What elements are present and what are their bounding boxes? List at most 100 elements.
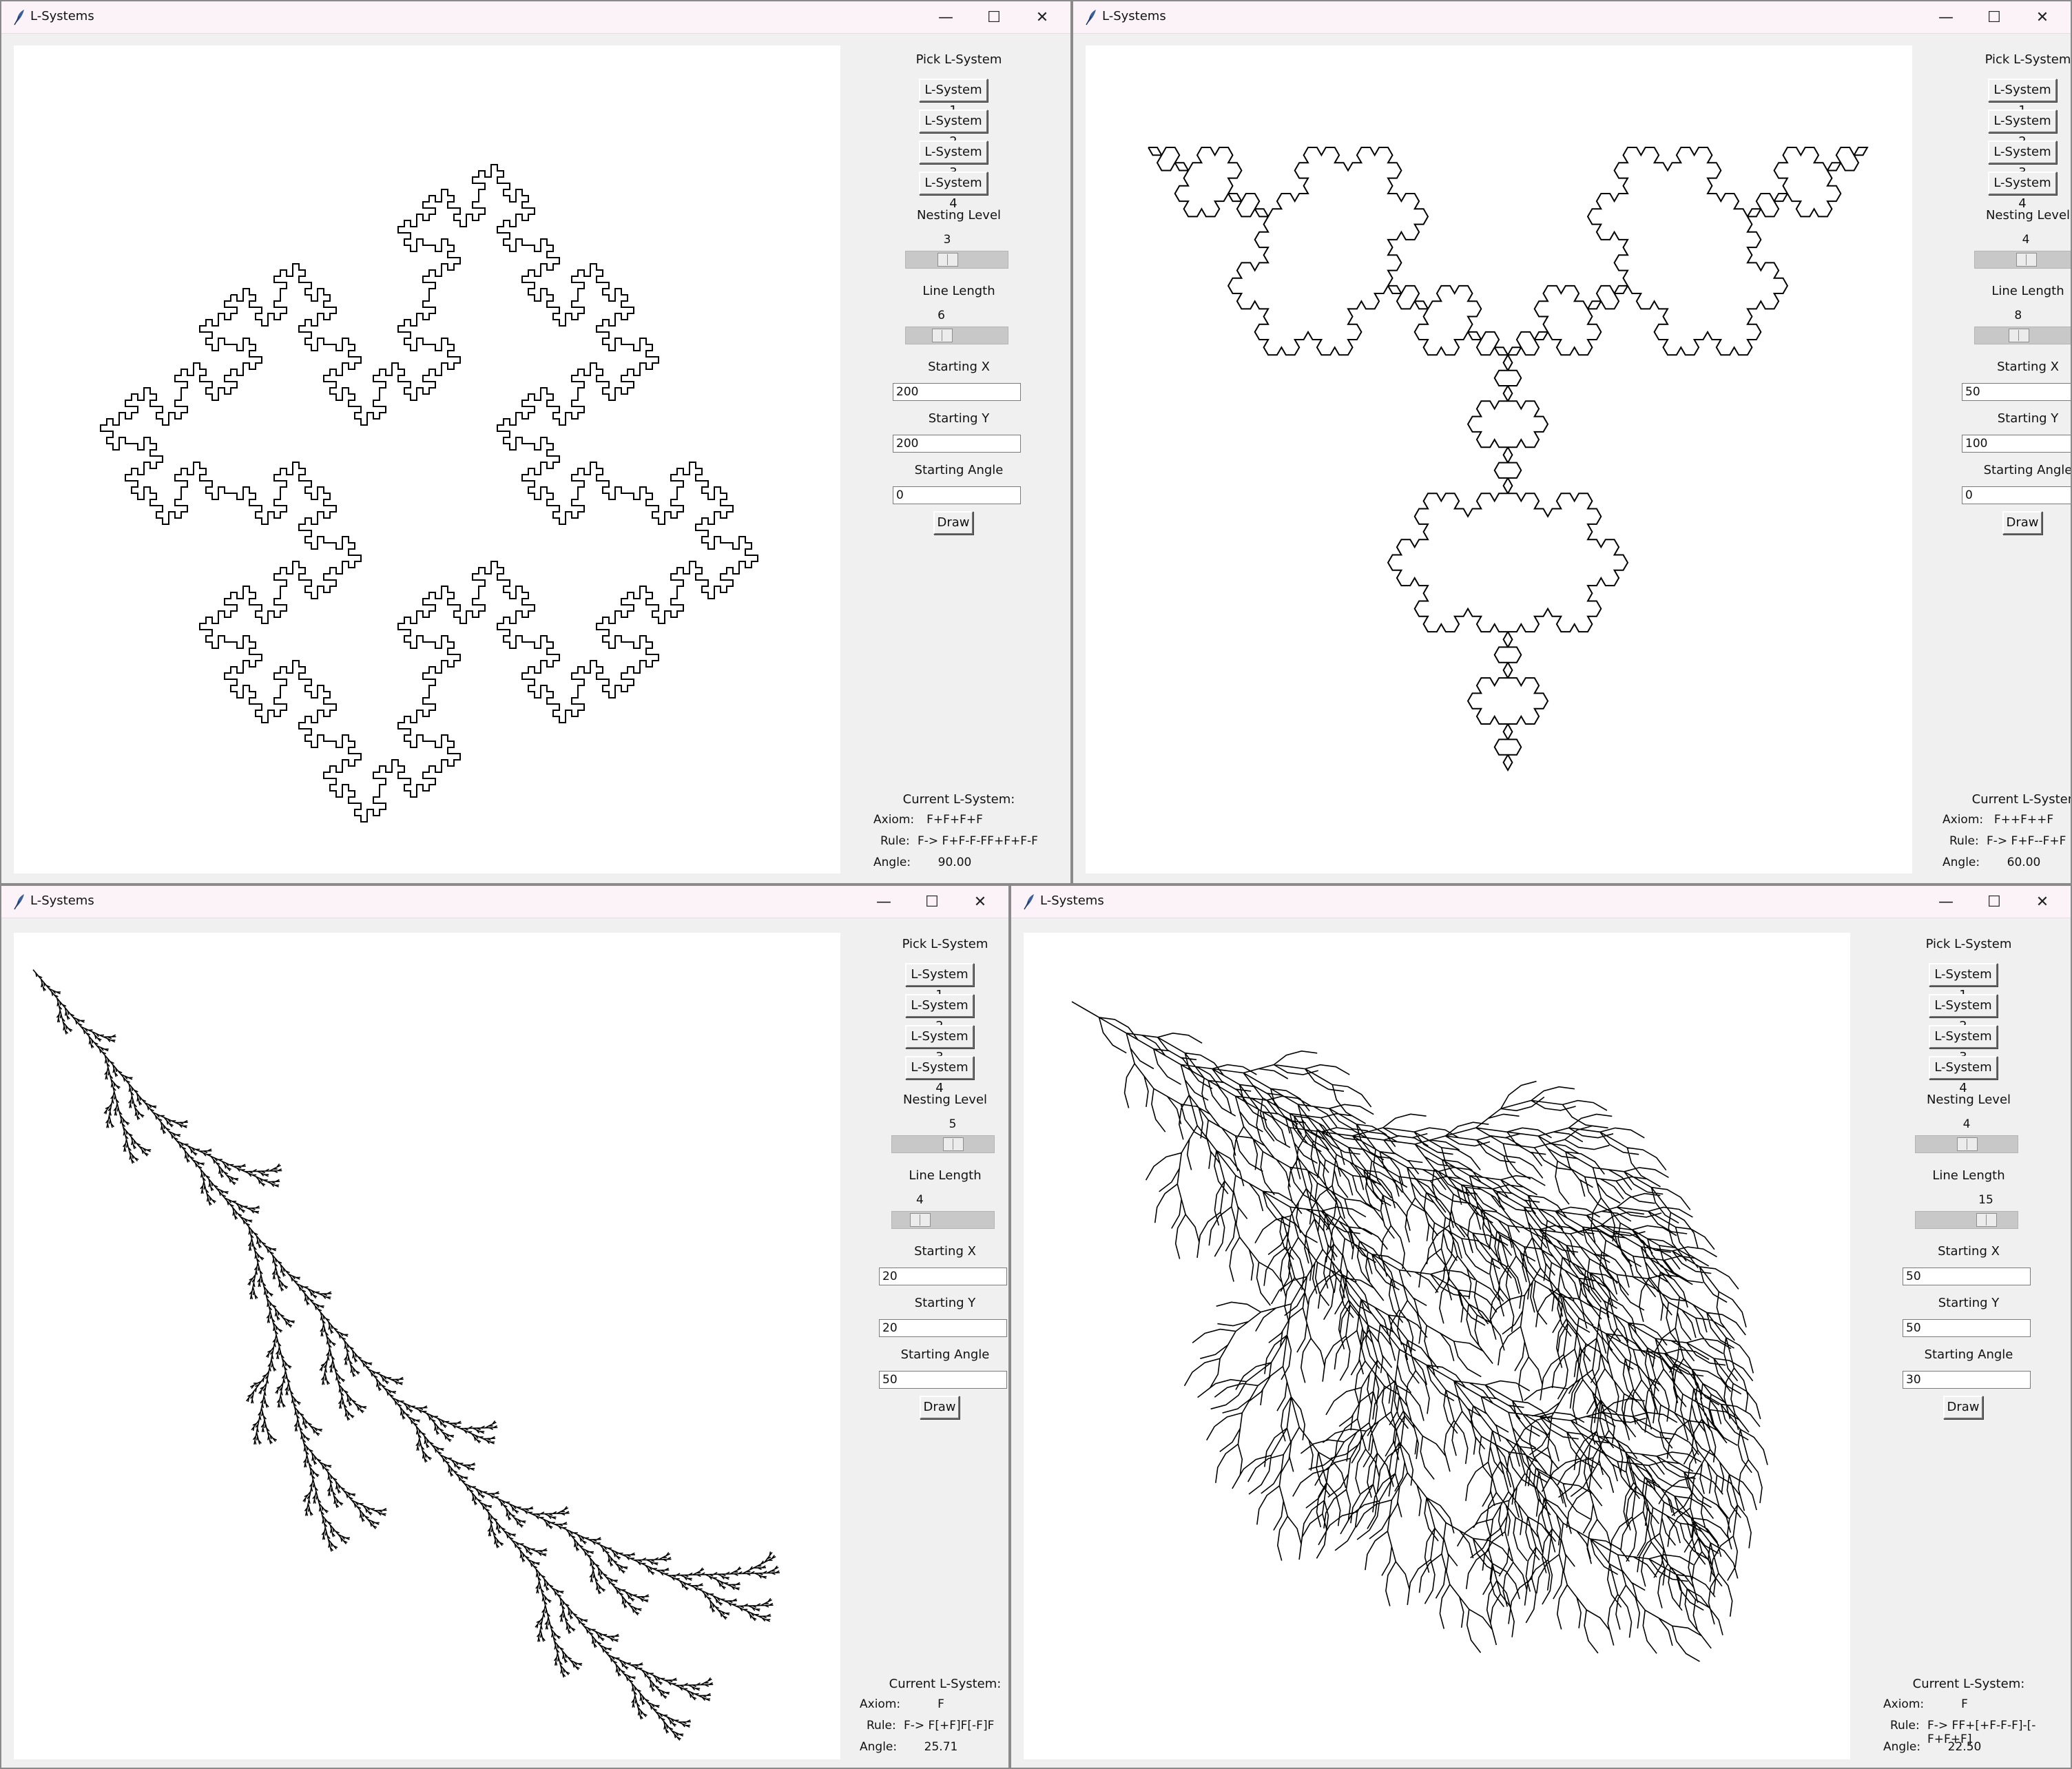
- minimize-icon: —: [876, 893, 891, 911]
- start-y-input[interactable]: 20: [879, 1319, 1007, 1337]
- start-x-input[interactable]: 50: [1903, 1268, 2031, 1285]
- draw-button[interactable]: Draw: [933, 511, 973, 535]
- lsystem-3-button[interactable]: L-System 3: [905, 1025, 974, 1064]
- drawing-canvas[interactable]: [14, 933, 840, 1759]
- line-length-slider-thumb[interactable]: [1976, 1213, 1997, 1227]
- lsystem-1-button[interactable]: L-System 1: [1988, 79, 2057, 118]
- lsystem-4-button[interactable]: L-System 4: [919, 172, 988, 211]
- control-panel: Pick L-SystemL-System 1L-System 2L-Syste…: [856, 33, 1062, 883]
- line-length-slider[interactable]: [891, 1211, 995, 1229]
- current-lsystem-label: Current L-System:: [902, 792, 1015, 807]
- close-button[interactable]: ✕: [2018, 1, 2066, 33]
- angle-value: 22.50: [1947, 1740, 1982, 1754]
- close-button[interactable]: ✕: [2018, 886, 2066, 918]
- lsystem-drawing: [100, 164, 758, 823]
- nesting-level-slider-thumb[interactable]: [1957, 1137, 1978, 1151]
- start-angle-input[interactable]: 30: [1903, 1371, 2031, 1389]
- lsystem-curve: [100, 164, 758, 823]
- lsystem-4-button[interactable]: L-System 4: [1988, 172, 2057, 211]
- drawing-canvas[interactable]: [1024, 933, 1850, 1759]
- line-length-slider[interactable]: [905, 327, 1008, 344]
- line-length-value: 4: [915, 1193, 924, 1207]
- window-title: L-Systems: [1040, 893, 1104, 908]
- nesting-level-slider[interactable]: [1974, 251, 2071, 269]
- lsystem-3-button[interactable]: L-System 3: [1988, 141, 2057, 180]
- drawing-canvas[interactable]: [1086, 45, 1912, 873]
- start-x-input[interactable]: 20: [879, 1268, 1007, 1285]
- draw-button[interactable]: Draw: [1943, 1396, 1983, 1419]
- lsystem-1-button[interactable]: L-System 1: [1929, 963, 1998, 1002]
- lsystem-2-button[interactable]: L-System 2: [905, 994, 974, 1033]
- start-angle-input[interactable]: 0: [1962, 486, 2071, 504]
- nesting-level-label: Nesting Level: [1926, 1093, 2011, 1107]
- lsystem-3-button[interactable]: L-System 3: [919, 141, 988, 180]
- close-button[interactable]: ✕: [956, 886, 1004, 918]
- maximize-button[interactable]: ☐: [970, 1, 1018, 33]
- start-y-input[interactable]: 50: [1903, 1319, 2031, 1337]
- line-length-label: Line Length: [909, 1168, 982, 1183]
- window-title: L-Systems: [1102, 9, 1166, 23]
- line-length-value: 8: [2014, 309, 2022, 322]
- nesting-level-slider[interactable]: [891, 1135, 995, 1153]
- draw-button[interactable]: Draw: [2002, 511, 2042, 535]
- line-length-label: Line Length: [1991, 284, 2064, 298]
- start-angle-label: Starting Angle: [1983, 463, 2072, 477]
- close-button[interactable]: ✕: [1018, 1, 1066, 33]
- lsystem-1-button[interactable]: L-System 1: [905, 963, 974, 1002]
- line-length-label: Line Length: [922, 284, 995, 298]
- start-angle-input[interactable]: 0: [893, 486, 1021, 504]
- nesting-level-slider-thumb[interactable]: [943, 1137, 964, 1151]
- start-x-input[interactable]: 200: [893, 383, 1021, 401]
- minimize-icon: —: [1938, 8, 1954, 26]
- start-y-label: Starting Y: [1938, 1296, 2000, 1310]
- start-x-label: Starting X: [928, 360, 990, 374]
- minimize-button[interactable]: —: [1922, 886, 1970, 918]
- line-length-slider-thumb[interactable]: [2008, 329, 2029, 342]
- nesting-level-value: 4: [1962, 1117, 1971, 1131]
- nesting-level-slider-thumb[interactable]: [937, 253, 958, 267]
- lsystem-1-button[interactable]: L-System 1: [919, 79, 988, 118]
- start-x-input[interactable]: 50: [1962, 383, 2071, 401]
- start-y-input[interactable]: 200: [893, 435, 1021, 453]
- minimize-button[interactable]: —: [860, 886, 908, 918]
- title-bar[interactable]: L-Systems — ☐ ✕: [1, 1, 1070, 34]
- maximize-button[interactable]: ☐: [1970, 1, 2018, 33]
- maximize-button[interactable]: ☐: [1970, 886, 2018, 918]
- minimize-button[interactable]: —: [1922, 1, 1970, 33]
- line-length-slider-thumb[interactable]: [931, 329, 953, 342]
- lsystem-2-button[interactable]: L-System 2: [1929, 994, 1998, 1033]
- maximize-button[interactable]: ☐: [908, 886, 956, 918]
- rule-value: F-> F+F-F-FF+F+F-F: [918, 834, 1038, 848]
- nesting-level-slider-thumb[interactable]: [2016, 253, 2037, 267]
- lsystem-4-button[interactable]: L-System 4: [905, 1056, 974, 1095]
- drawing-canvas[interactable]: [14, 45, 840, 873]
- start-angle-input[interactable]: 50: [879, 1371, 1007, 1389]
- feather-icon: [1024, 894, 1034, 910]
- nesting-level-slider[interactable]: [905, 251, 1008, 269]
- start-angle-label: Starting Angle: [914, 463, 1004, 477]
- start-y-input[interactable]: 100: [1962, 435, 2071, 453]
- minimize-button[interactable]: —: [922, 1, 970, 33]
- title-bar[interactable]: L-Systems — ☐ ✕: [1073, 1, 2071, 34]
- feather-icon: [14, 10, 24, 25]
- start-angle-label: Starting Angle: [900, 1347, 990, 1362]
- lsystem-4-button[interactable]: L-System 4: [1929, 1056, 1998, 1095]
- lsystem-3-button[interactable]: L-System 3: [1929, 1025, 1998, 1064]
- title-bar[interactable]: L-Systems — ☐ ✕: [1, 886, 1008, 918]
- nesting-level-slider[interactable]: [1915, 1135, 2018, 1153]
- lsystem-drawing: [1148, 147, 1869, 772]
- close-icon: ✕: [973, 893, 987, 911]
- line-length-value: 6: [937, 309, 945, 322]
- draw-button[interactable]: Draw: [920, 1396, 960, 1419]
- line-length-slider-thumb[interactable]: [910, 1213, 931, 1227]
- current-lsystem-label: Current L-System:: [1971, 792, 2071, 807]
- line-length-label: Line Length: [1932, 1168, 2005, 1183]
- current-lsystem-label: Current L-System:: [1912, 1677, 2025, 1691]
- lsystem-2-button[interactable]: L-System 2: [1988, 110, 2057, 149]
- lsystem-2-button[interactable]: L-System 2: [919, 110, 988, 149]
- pick-lsystem-label: Pick L-System: [1985, 52, 2071, 67]
- title-bar[interactable]: L-Systems — ☐ ✕: [1011, 886, 2071, 918]
- line-length-slider[interactable]: [1974, 327, 2071, 344]
- line-length-slider[interactable]: [1915, 1211, 2018, 1229]
- angle-value: 90.00: [937, 856, 972, 869]
